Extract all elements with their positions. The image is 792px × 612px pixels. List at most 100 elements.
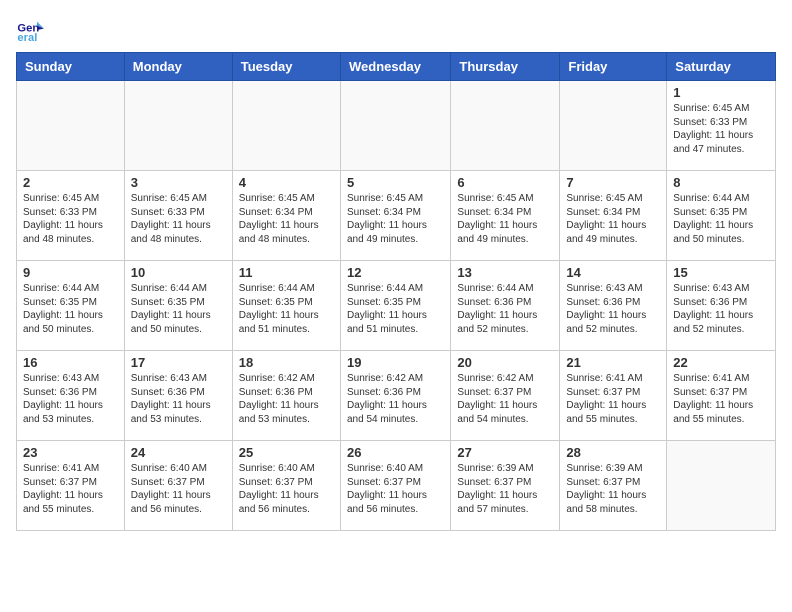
day-info: Sunrise: 6:40 AMSunset: 6:37 PMDaylight:… — [347, 462, 444, 516]
day-number: 9 — [23, 265, 118, 280]
calendar-day: 23 Sunrise: 6:41 AMSunset: 6:37 PMDayligh… — [17, 441, 125, 531]
day-number: 18 — [239, 355, 334, 370]
day-info: Sunrise: 6:45 AMSunset: 6:34 PMDaylight:… — [566, 192, 660, 246]
calendar-day: 18 Sunrise: 6:42 AMSunset: 6:36 PMDayligh… — [232, 351, 340, 441]
weekday-header-tuesday: Tuesday — [232, 53, 340, 81]
calendar-day: 11Sunrise: 6:44 AMSunset: 6:35 PMDayligh… — [232, 261, 340, 351]
day-number: 2 — [23, 175, 118, 190]
day-info: Sunrise: 6:44 AMSunset: 6:35 PMDaylight:… — [23, 282, 118, 336]
day-info: Sunrise: 6:45 AMSunset: 6:34 PMDaylight:… — [239, 192, 334, 246]
day-info: Sunrise: 6:43 AMSunset: 6:36 PMDaylight:… — [131, 372, 226, 426]
day-number: 17 — [131, 355, 226, 370]
weekday-header-row: SundayMondayTuesdayWednesdayThursdayFrid… — [17, 53, 776, 81]
day-info: Sunrise: 6:45 AMSunset: 6:34 PMDaylight:… — [457, 192, 553, 246]
day-info: Sunrise: 6:45 AMSunset: 6:33 PMDaylight:… — [673, 102, 769, 156]
day-info: Sunrise: 6:44 AMSunset: 6:35 PMDaylight:… — [673, 192, 769, 246]
day-info: Sunrise: 6:44 AMSunset: 6:35 PMDaylight:… — [131, 282, 226, 336]
weekday-header-sunday: Sunday — [17, 53, 125, 81]
day-info: Sunrise: 6:39 AMSunset: 6:37 PMDaylight:… — [457, 462, 553, 516]
calendar-day: 8 Sunrise: 6:44 AMSunset: 6:35 PMDaylight… — [667, 171, 776, 261]
day-info: Sunrise: 6:44 AMSunset: 6:35 PMDaylight:… — [239, 282, 334, 336]
day-info: Sunrise: 6:40 AMSunset: 6:37 PMDaylight:… — [131, 462, 226, 516]
day-info: Sunrise: 6:42 AMSunset: 6:36 PMDaylight:… — [347, 372, 444, 426]
day-info: Sunrise: 6:40 AMSunset: 6:37 PMDaylight:… — [239, 462, 334, 516]
calendar-day: 17 Sunrise: 6:43 AMSunset: 6:36 PMDayligh… — [124, 351, 232, 441]
day-info: Sunrise: 6:41 AMSunset: 6:37 PMDaylight:… — [23, 462, 118, 516]
calendar-day: 25 Sunrise: 6:40 AMSunset: 6:37 PMDayligh… — [232, 441, 340, 531]
day-number: 13 — [457, 265, 553, 280]
week-row-4: 16 Sunrise: 6:43 AMSunset: 6:36 PMDayligh… — [17, 351, 776, 441]
logo-icon: Gen eral — [16, 16, 44, 44]
calendar-day: 4 Sunrise: 6:45 AMSunset: 6:34 PMDaylight… — [232, 171, 340, 261]
day-number: 20 — [457, 355, 553, 370]
day-info: Sunrise: 6:43 AMSunset: 6:36 PMDaylight:… — [566, 282, 660, 336]
calendar-day: 6 Sunrise: 6:45 AMSunset: 6:34 PMDaylight… — [451, 171, 560, 261]
calendar-day: 3 Sunrise: 6:45 AMSunset: 6:33 PMDaylight… — [124, 171, 232, 261]
calendar-day — [451, 81, 560, 171]
calendar-day: 28Sunrise: 6:39 AMSunset: 6:37 PMDayligh… — [560, 441, 667, 531]
calendar-day: 27 Sunrise: 6:39 AMSunset: 6:37 PMDayligh… — [451, 441, 560, 531]
week-row-5: 23 Sunrise: 6:41 AMSunset: 6:37 PMDayligh… — [17, 441, 776, 531]
day-info: Sunrise: 6:39 AMSunset: 6:37 PMDaylight:… — [566, 462, 660, 516]
day-info: Sunrise: 6:42 AMSunset: 6:37 PMDaylight:… — [457, 372, 553, 426]
calendar-table: SundayMondayTuesdayWednesdayThursdayFrid… — [16, 52, 776, 531]
day-info: Sunrise: 6:42 AMSunset: 6:36 PMDaylight:… — [239, 372, 334, 426]
day-number: 22 — [673, 355, 769, 370]
calendar-day: 2 Sunrise: 6:45 AMSunset: 6:33 PMDaylight… — [17, 171, 125, 261]
day-number: 1 — [673, 85, 769, 100]
day-number: 4 — [239, 175, 334, 190]
calendar-day — [340, 81, 450, 171]
day-info: Sunrise: 6:41 AMSunset: 6:37 PMDaylight:… — [566, 372, 660, 426]
weekday-header-wednesday: Wednesday — [340, 53, 450, 81]
calendar-day: 1 Sunrise: 6:45 AMSunset: 6:33 PMDaylight… — [667, 81, 776, 171]
day-number: 23 — [23, 445, 118, 460]
calendar-day: 15 Sunrise: 6:43 AMSunset: 6:36 PMDayligh… — [667, 261, 776, 351]
day-number: 26 — [347, 445, 444, 460]
page-header: Gen eral — [16, 16, 776, 44]
day-info: Sunrise: 6:45 AMSunset: 6:33 PMDaylight:… — [23, 192, 118, 246]
calendar-day: 24 Sunrise: 6:40 AMSunset: 6:37 PMDayligh… — [124, 441, 232, 531]
day-info: Sunrise: 6:43 AMSunset: 6:36 PMDaylight:… — [23, 372, 118, 426]
calendar-day: 26 Sunrise: 6:40 AMSunset: 6:37 PMDayligh… — [340, 441, 450, 531]
calendar-day: 22 Sunrise: 6:41 AMSunset: 6:37 PMDayligh… — [667, 351, 776, 441]
logo: Gen eral — [16, 16, 46, 44]
calendar-day: 9 Sunrise: 6:44 AMSunset: 6:35 PMDaylight… — [17, 261, 125, 351]
day-info: Sunrise: 6:44 AMSunset: 6:36 PMDaylight:… — [457, 282, 553, 336]
weekday-header-friday: Friday — [560, 53, 667, 81]
day-number: 19 — [347, 355, 444, 370]
calendar-day — [124, 81, 232, 171]
calendar-day: 13 Sunrise: 6:44 AMSunset: 6:36 PMDayligh… — [451, 261, 560, 351]
calendar-day: 5Sunrise: 6:45 AMSunset: 6:34 PMDaylight… — [340, 171, 450, 261]
day-number: 10 — [131, 265, 226, 280]
calendar-day: 21Sunrise: 6:41 AMSunset: 6:37 PMDayligh… — [560, 351, 667, 441]
day-number: 15 — [673, 265, 769, 280]
calendar-day: 16 Sunrise: 6:43 AMSunset: 6:36 PMDayligh… — [17, 351, 125, 441]
weekday-header-monday: Monday — [124, 53, 232, 81]
calendar-day: 7Sunrise: 6:45 AMSunset: 6:34 PMDaylight… — [560, 171, 667, 261]
weekday-header-thursday: Thursday — [451, 53, 560, 81]
calendar-day: 10 Sunrise: 6:44 AMSunset: 6:35 PMDayligh… — [124, 261, 232, 351]
day-info: Sunrise: 6:45 AMSunset: 6:34 PMDaylight:… — [347, 192, 444, 246]
calendar-day — [232, 81, 340, 171]
day-number: 16 — [23, 355, 118, 370]
day-number: 6 — [457, 175, 553, 190]
calendar-day: 19 Sunrise: 6:42 AMSunset: 6:36 PMDayligh… — [340, 351, 450, 441]
day-info: Sunrise: 6:45 AMSunset: 6:33 PMDaylight:… — [131, 192, 226, 246]
week-row-3: 9 Sunrise: 6:44 AMSunset: 6:35 PMDaylight… — [17, 261, 776, 351]
day-info: Sunrise: 6:44 AMSunset: 6:35 PMDaylight:… — [347, 282, 444, 336]
day-number: 3 — [131, 175, 226, 190]
day-number: 27 — [457, 445, 553, 460]
calendar-day: 14Sunrise: 6:43 AMSunset: 6:36 PMDayligh… — [560, 261, 667, 351]
day-number: 25 — [239, 445, 334, 460]
day-number: 24 — [131, 445, 226, 460]
calendar-day — [17, 81, 125, 171]
day-number: 8 — [673, 175, 769, 190]
day-info: Sunrise: 6:43 AMSunset: 6:36 PMDaylight:… — [673, 282, 769, 336]
weekday-header-saturday: Saturday — [667, 53, 776, 81]
calendar-day — [560, 81, 667, 171]
calendar-day — [667, 441, 776, 531]
day-number: 12 — [347, 265, 444, 280]
day-info: Sunrise: 6:41 AMSunset: 6:37 PMDaylight:… — [673, 372, 769, 426]
week-row-2: 2 Sunrise: 6:45 AMSunset: 6:33 PMDaylight… — [17, 171, 776, 261]
week-row-1: 1 Sunrise: 6:45 AMSunset: 6:33 PMDaylight… — [17, 81, 776, 171]
